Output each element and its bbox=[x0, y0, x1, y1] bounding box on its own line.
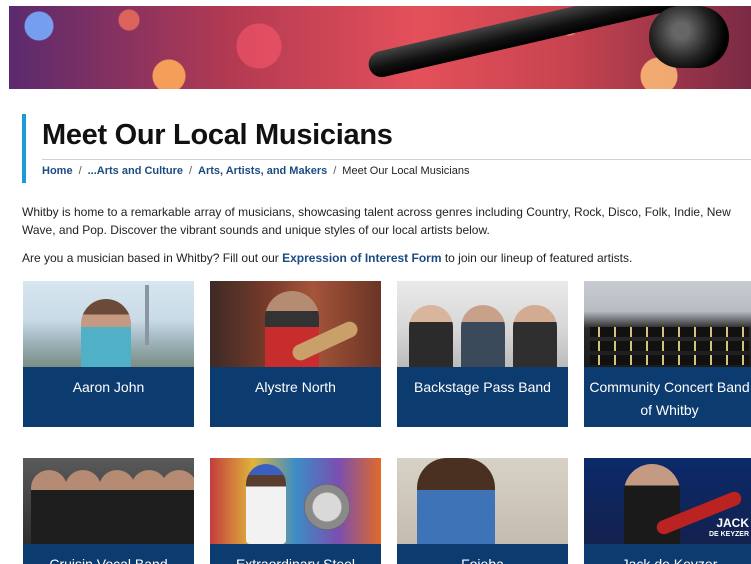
breadcrumb-home[interactable]: Home bbox=[42, 165, 73, 177]
musician-name: Community Concert Band of Whitby bbox=[589, 379, 750, 418]
person-image bbox=[461, 305, 505, 367]
page-header: Meet Our Local Musicians Home / ...Arts an… bbox=[22, 114, 751, 183]
musician-name: Backstage Pass Band bbox=[414, 379, 551, 395]
person-image bbox=[99, 470, 135, 544]
person-image bbox=[417, 458, 495, 544]
musician-photo bbox=[210, 458, 381, 544]
cn-tower-image bbox=[145, 285, 149, 345]
person-image bbox=[161, 470, 194, 544]
microphone-image bbox=[366, 6, 694, 80]
musician-card-backstage-pass-band[interactable]: Backstage Pass Band bbox=[397, 281, 568, 427]
steel-drum-image bbox=[304, 484, 350, 530]
musician-card-cruisin-vocal-band[interactable]: Cruisin Vocal Band bbox=[23, 458, 194, 564]
musician-name: Aaron John bbox=[72, 379, 145, 395]
person-image bbox=[246, 464, 286, 544]
cta-text-before: Are you a musician based in Whitby? Fill… bbox=[22, 251, 283, 265]
person-image bbox=[65, 470, 101, 544]
musician-card-community-concert-band[interactable]: Community Concert Band of Whitby bbox=[584, 281, 751, 427]
musician-photo bbox=[23, 458, 194, 544]
band-members-image bbox=[590, 327, 749, 337]
band-members-image bbox=[590, 355, 749, 365]
cta-text-after: to join our lineup of featured artists. bbox=[441, 251, 633, 265]
person-image bbox=[81, 299, 131, 367]
musician-photo bbox=[23, 281, 194, 367]
band-members-image bbox=[590, 341, 749, 351]
page-title: Meet Our Local Musicians bbox=[42, 119, 393, 151]
breadcrumb-current: Meet Our Local Musicians bbox=[342, 165, 470, 177]
cta-paragraph: Are you a musician based in Whitby? Fill… bbox=[22, 249, 751, 267]
musician-photo: JACK DE KEYZER bbox=[584, 458, 751, 544]
logo-line-1: JACK bbox=[716, 516, 749, 530]
musician-card-alystre-north[interactable]: Alystre North bbox=[210, 281, 381, 427]
breadcrumb-arts-artists-makers[interactable]: Arts, Artists, and Makers bbox=[198, 165, 327, 177]
musician-card-jack-de-keyzer[interactable]: JACK DE KEYZER Jack de Keyzer bbox=[584, 458, 751, 564]
musician-photo bbox=[397, 458, 568, 544]
person-image bbox=[409, 305, 453, 367]
microphone-head-image bbox=[649, 6, 729, 68]
musician-name: Cruisin Vocal Band bbox=[49, 556, 168, 564]
musician-photo bbox=[210, 281, 381, 367]
breadcrumb: Home / ...Arts and Culture / Arts, Artists, … bbox=[42, 165, 469, 177]
musician-photo bbox=[397, 281, 568, 367]
musician-name: Fojeba bbox=[461, 556, 504, 564]
hero-banner bbox=[9, 6, 751, 89]
breadcrumb-arts-and-culture[interactable]: ...Arts and Culture bbox=[88, 165, 183, 177]
person-image bbox=[624, 464, 680, 544]
intro-paragraph: Whitby is home to a remarkable array of … bbox=[22, 205, 731, 237]
person-image bbox=[513, 305, 557, 367]
breadcrumb-separator: / bbox=[78, 165, 82, 177]
title-divider bbox=[42, 159, 751, 160]
logo-line-2: DE KEYZER bbox=[708, 531, 749, 538]
musician-photo bbox=[584, 281, 751, 367]
jack-de-keyzer-logo: JACK DE KEYZER bbox=[708, 516, 749, 540]
person-image bbox=[31, 470, 67, 544]
musician-card-fojeba[interactable]: Fojeba bbox=[397, 458, 568, 564]
musician-name: Alystre North bbox=[255, 379, 336, 395]
musician-name: Jack de Keyzer bbox=[621, 556, 718, 564]
musician-card-extraordinary-steel[interactable]: Extraordinary Steel bbox=[210, 458, 381, 564]
musician-name: Extraordinary Steel bbox=[235, 556, 356, 564]
breadcrumb-separator: / bbox=[188, 165, 193, 177]
expression-of-interest-link[interactable]: Expression of Interest Form bbox=[282, 251, 441, 265]
breadcrumb-separator: / bbox=[333, 165, 337, 177]
musician-card-aaron-john[interactable]: Aaron John bbox=[23, 281, 194, 427]
